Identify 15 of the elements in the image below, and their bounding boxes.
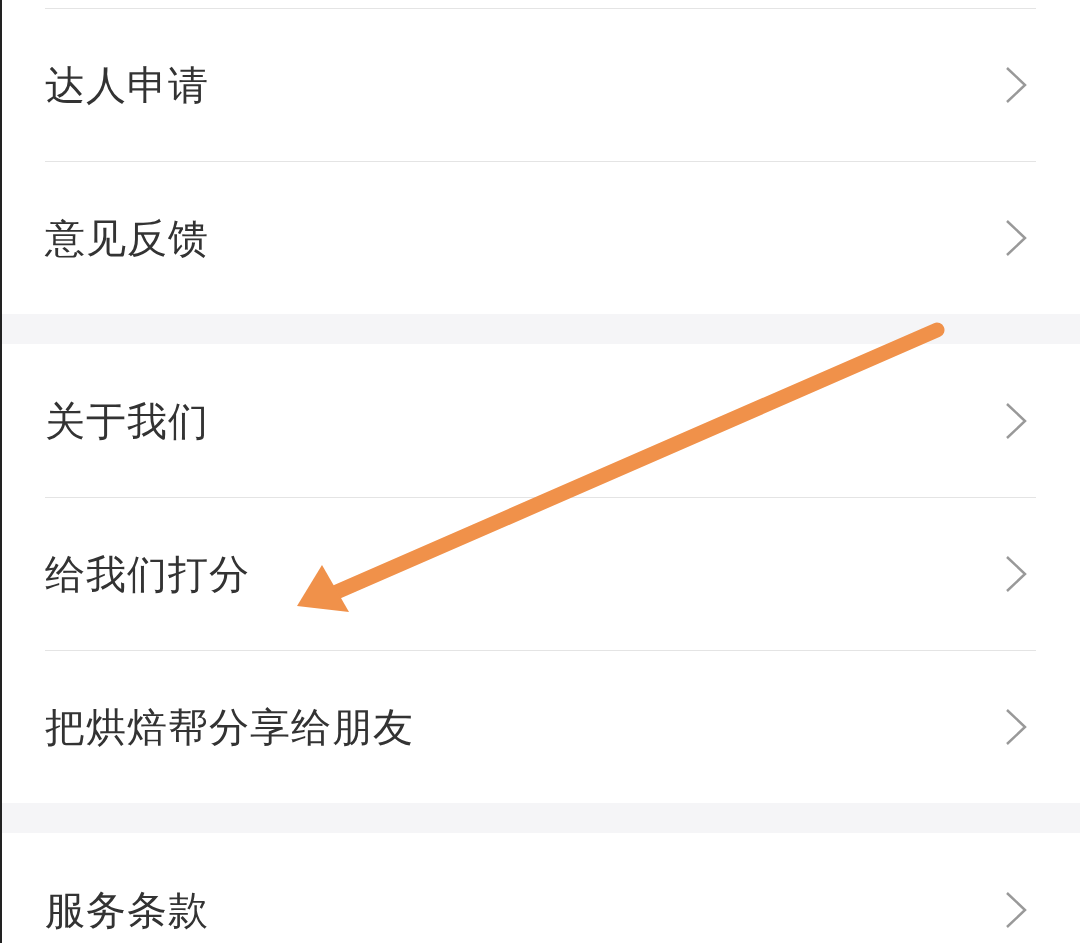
list-item[interactable]: 服务条款 bbox=[45, 833, 1036, 943]
item-label: 把烘焙帮分享给朋友 bbox=[45, 702, 414, 752]
list-item[interactable]: 达人申请 bbox=[45, 8, 1036, 161]
item-label: 给我们打分 bbox=[45, 549, 250, 599]
item-label: 意见反馈 bbox=[45, 213, 209, 263]
chevron-icon bbox=[1004, 708, 1028, 746]
item-label: 关于我们 bbox=[45, 396, 209, 446]
item-label: 服务条款 bbox=[45, 885, 209, 935]
chevron-icon bbox=[1004, 891, 1028, 929]
chevron-icon bbox=[1004, 219, 1028, 257]
chevron-icon bbox=[1004, 66, 1028, 104]
chevron-icon bbox=[1004, 402, 1028, 440]
item-label: 达人申请 bbox=[45, 60, 209, 110]
list-item[interactable]: 关于我们 bbox=[45, 344, 1036, 497]
chevron-icon bbox=[1004, 555, 1028, 593]
